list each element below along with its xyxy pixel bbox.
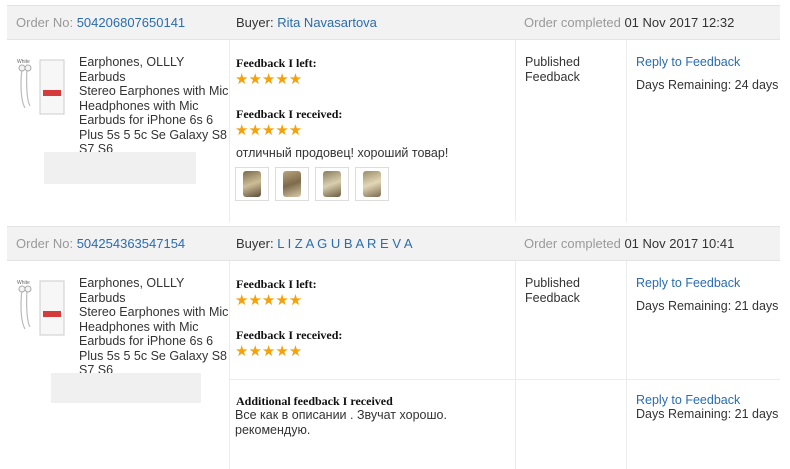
title-line: Earbuds for iPhone 6s 6 [79,113,214,127]
order-header-2: Order No: 504254363547154 Buyer: L I Z A… [7,226,780,261]
thumbnail-text: White [17,280,30,286]
thumbnail-text: White [17,59,30,65]
row-divider [229,379,780,380]
title-line: Plus 5s 5 5c Se Galaxy S8 [79,127,227,142]
order-header-1: Order No: 504206807650141 Buyer: Rita Na… [7,5,780,40]
reply-to-feedback-link[interactable]: Reply to Feedback [636,55,740,69]
column-divider [229,40,230,222]
buyer-link[interactable]: L I Z A G U B A R E V A [277,236,412,251]
column-divider [229,261,230,469]
feedback-received-heading: Feedback I received: [236,107,343,121]
star-rating-left: ★★★★★ [235,292,303,309]
order-number-field: Order No: 504254363547154 [16,236,185,251]
feedback-left-heading: Feedback I left: [236,56,317,70]
additional-feedback-text: Все как в описании . Звучат хорошо. реко… [235,408,447,438]
order-number-link[interactable]: 504206807650141 [77,15,185,30]
reply-to-additional-feedback-link[interactable]: Reply to Feedback [636,393,740,407]
order-number-link[interactable]: 504254363547154 [77,236,185,251]
product-action-placeholder [51,373,201,403]
order-completed-date: 01 Nov 2017 12:32 [624,15,735,30]
column-divider [626,40,627,222]
title-line: Headphones with Mic [79,98,199,113]
product-action-placeholder [44,152,196,184]
product-thumbnail-1[interactable]: White [16,56,68,120]
product-title-2[interactable]: Earphones, OLLLY Earbuds Stereo Earphone… [79,276,229,378]
title-line: Stereo Earphones with Mic [79,84,229,98]
buyer-field: Buyer: L I Z A G U B A R E V A [236,236,413,251]
order-no-label: Order No: [16,236,74,251]
published-status: Published Feedback [525,276,580,305]
title-line: Earbuds for iPhone 6s 6 [79,334,214,348]
order-completed-date: 01 Nov 2017 10:41 [624,236,735,251]
buyer-label: Buyer: [236,15,274,30]
received-comment: отличный продовец! хороший товар! [236,146,449,160]
title-line: Earphones, OLLLY Earbuds [79,55,185,84]
feedback-photo-4[interactable] [355,167,389,201]
order-no-label: Order No: [16,15,74,30]
feedback-label: Feedback [525,290,580,305]
buyer-field: Buyer: Rita Navasartova [236,15,377,30]
additional-line: Все как в описании . Звучат хорошо. [235,408,447,422]
star-rating-left: ★★★★★ [235,71,303,88]
buyer-link[interactable]: Rita Navasartova [277,15,377,30]
additional-days-remaining: Days Remaining: 21 days [636,407,779,421]
order-completed-label: Order completed [524,15,621,30]
column-divider [515,40,516,222]
feedback-photo-2[interactable] [275,167,309,201]
title-line: Plus 5s 5 5c Se Galaxy S8 [79,348,227,363]
order-completed-label: Order completed [524,236,621,251]
reply-to-feedback-link[interactable]: Reply to Feedback [636,276,740,290]
column-divider [515,261,516,469]
star-rating-received: ★★★★★ [235,122,303,139]
published-label: Published [525,276,580,290]
feedback-photo-1[interactable] [235,167,269,201]
published-label: Published [525,55,580,69]
feedback-received-heading: Feedback I received: [236,328,343,342]
feedback-photo-3[interactable] [315,167,349,201]
buyer-label: Buyer: [236,236,274,251]
order-number-field: Order No: 504206807650141 [16,15,185,30]
star-rating-received: ★★★★★ [235,343,303,360]
order-completed-field: Order completed 01 Nov 2017 12:32 [524,15,734,30]
product-title-1[interactable]: Earphones, OLLLY Earbuds Stereo Earphone… [79,55,229,157]
additional-feedback-heading: Additional feedback I received [236,394,393,408]
feedback-left-heading: Feedback I left: [236,277,317,291]
days-remaining: Days Remaining: 21 days [636,299,779,313]
order-completed-field: Order completed 01 Nov 2017 10:41 [524,236,734,251]
feedback-label: Feedback [525,69,580,84]
title-line: Earphones, OLLLY Earbuds [79,276,185,305]
product-thumbnail-2[interactable]: White [16,277,68,341]
title-line: Headphones with Mic [79,319,199,334]
additional-line: рекомендую. [235,423,311,437]
published-status: Published Feedback [525,55,580,84]
days-remaining: Days Remaining: 24 days [636,78,779,92]
title-line: Stereo Earphones with Mic [79,305,229,319]
column-divider [626,261,627,469]
